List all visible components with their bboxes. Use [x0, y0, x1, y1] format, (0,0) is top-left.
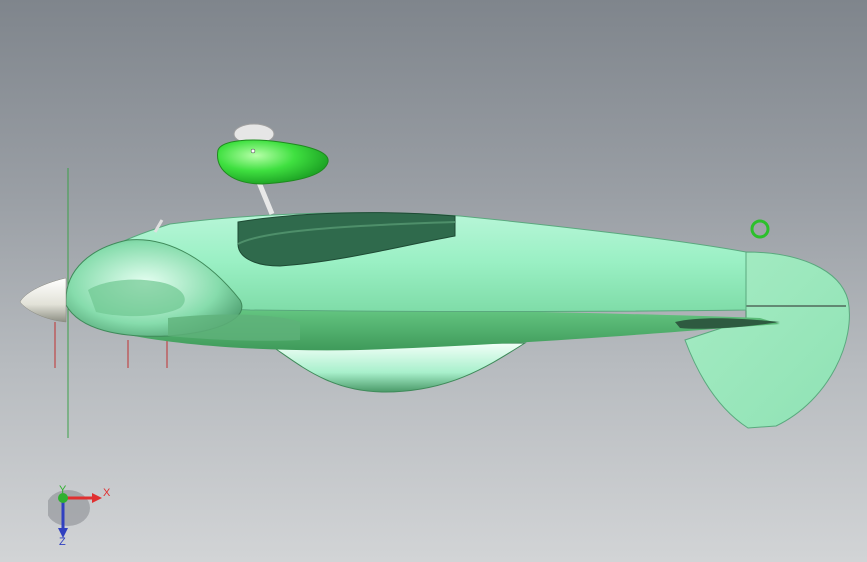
z-axis-label: Z	[59, 536, 66, 546]
x-axis-arrowhead	[92, 493, 102, 503]
nose-scoop	[88, 279, 185, 317]
coordinate-triad[interactable]: X Y Z	[48, 484, 118, 546]
y-axis-label: Y	[59, 484, 67, 496]
triad-shadow	[48, 490, 90, 526]
ring-marker	[750, 219, 770, 239]
belly-fairing	[268, 342, 527, 393]
x-axis-label: X	[103, 487, 111, 499]
model-scene[interactable]	[0, 0, 867, 562]
propeller-spinner	[19, 277, 67, 323]
graphics-viewport[interactable]: X Y Z	[0, 0, 867, 562]
pilot-head	[217, 139, 329, 185]
wing-root	[168, 314, 300, 341]
pilot-eye	[250, 148, 256, 154]
pilot-strut	[255, 179, 275, 215]
